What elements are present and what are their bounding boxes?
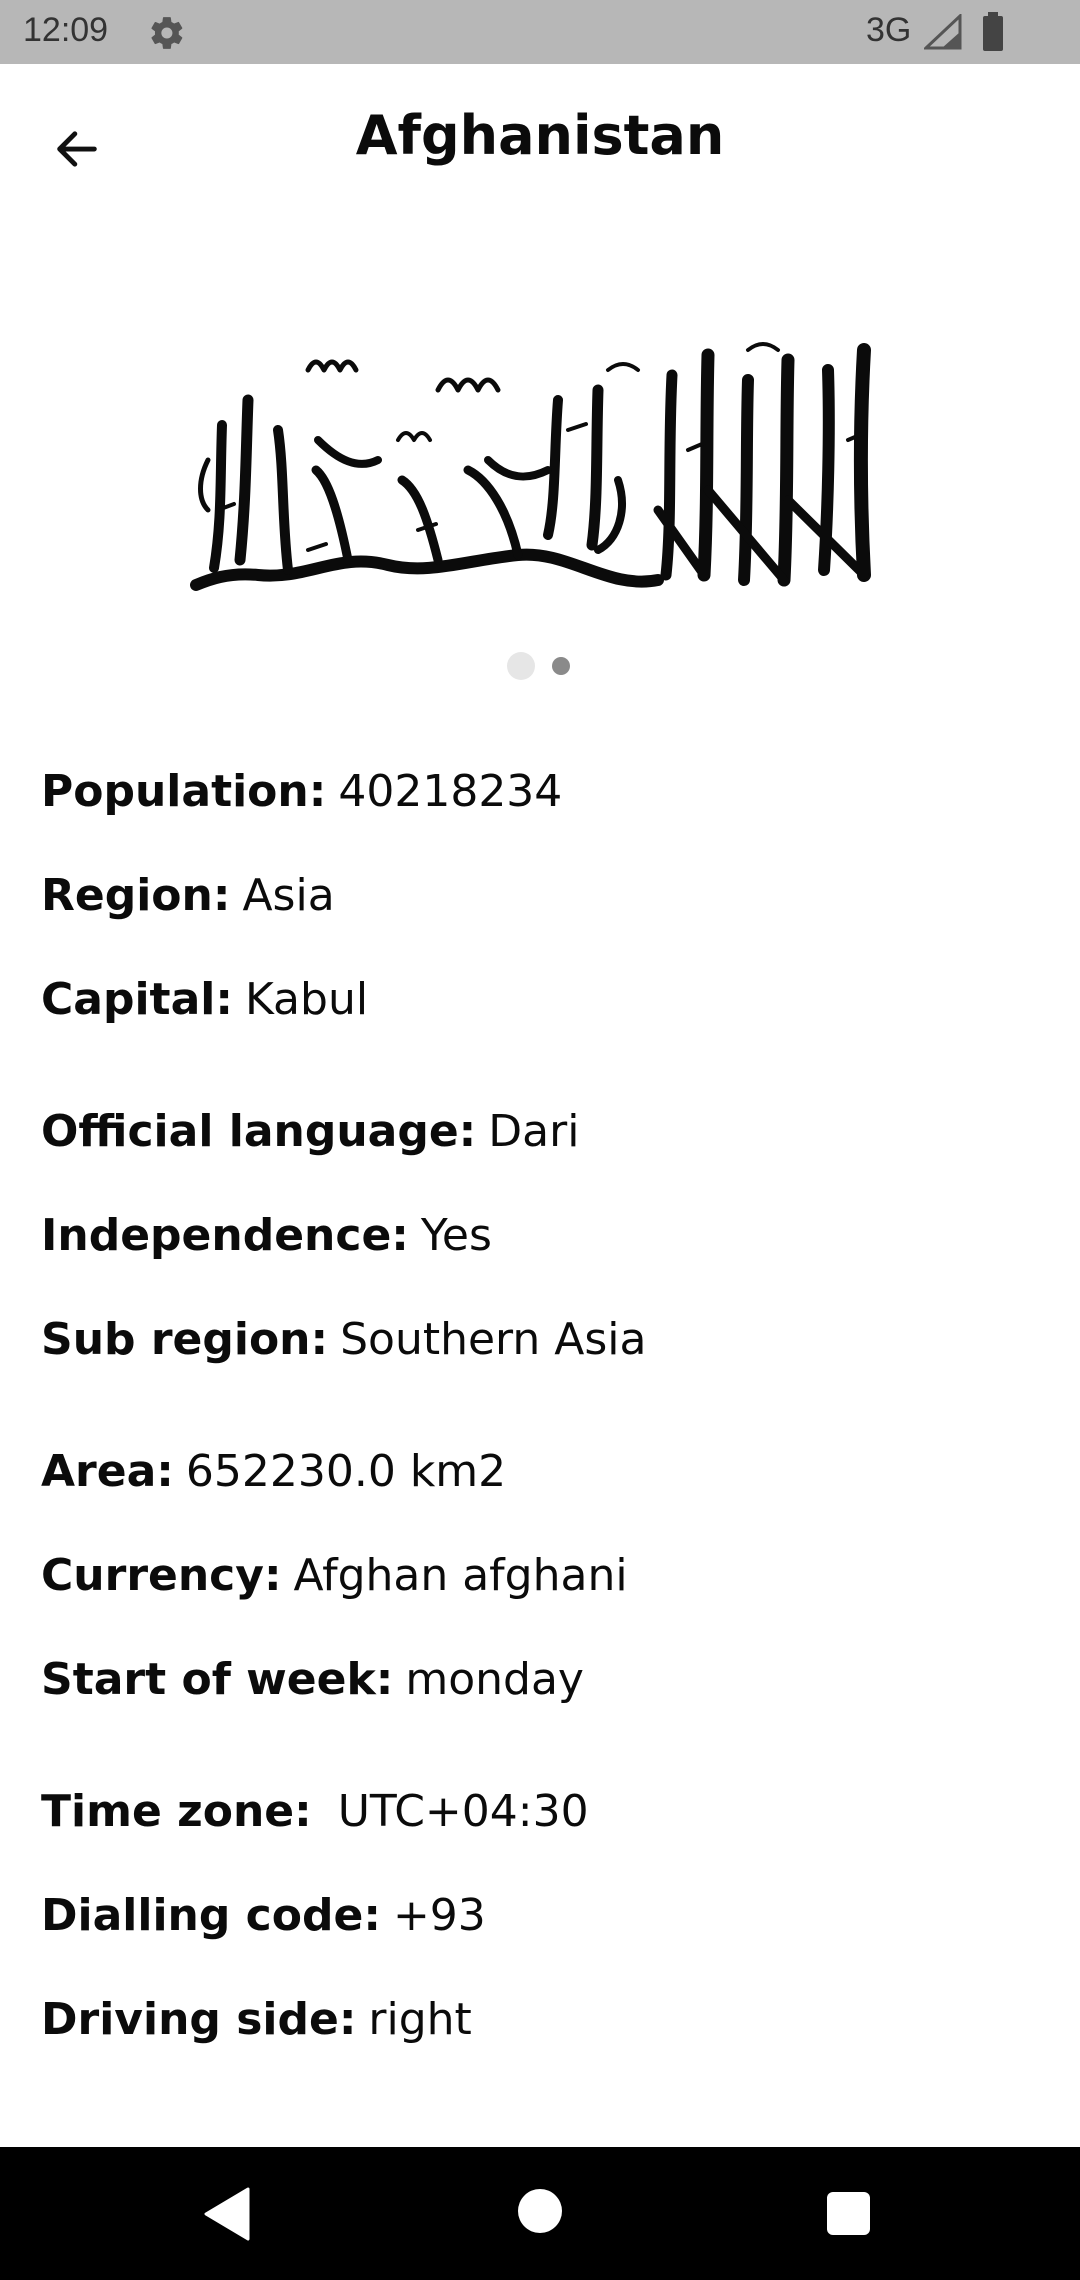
home-circle-icon[interactable] — [518, 2189, 562, 2233]
time-zone-label: Time zone: — [41, 1786, 312, 1837]
start-of-week-row: Start of week: monday — [41, 1652, 584, 1708]
population-label: Population: — [41, 766, 327, 817]
area-label: Area: — [41, 1446, 174, 1497]
pager-indicator — [0, 652, 1080, 680]
flag-calligraphy — [190, 342, 871, 591]
population-row: Population: 40218234 — [41, 764, 562, 820]
back-triangle-icon[interactable] — [202, 2187, 250, 2241]
pager-dot-active[interactable] — [552, 657, 570, 675]
independence-value: Yes — [420, 1210, 492, 1261]
page-title: Afghanistan — [355, 104, 725, 167]
currency-row: Currency: Afghan afghani — [41, 1548, 628, 1604]
driving-side-label: Driving side: — [41, 1994, 357, 2045]
system-nav-bar — [0, 2147, 1080, 2280]
sub-region-row: Sub region: Southern Asia — [41, 1312, 646, 1368]
official-language-value: Dari — [488, 1106, 580, 1157]
area-value: 652230.0 km2 — [185, 1446, 507, 1497]
capital-label: Capital: — [41, 974, 233, 1025]
signal-icon — [922, 12, 964, 50]
population-value: 40218234 — [338, 766, 563, 817]
status-time: 12:09 — [23, 11, 109, 49]
driving-side-row: Driving side: right — [41, 1992, 472, 2048]
network-type: 3G — [866, 11, 912, 49]
sub-region-label: Sub region: — [41, 1314, 329, 1365]
dialling-code-value: +93 — [392, 1890, 486, 1941]
capital-value: Kabul — [244, 974, 369, 1025]
region-row: Region: Asia — [41, 868, 335, 924]
flag-image[interactable] — [188, 330, 892, 600]
dialling-code-row: Dialling code: +93 — [41, 1888, 486, 1944]
pager-dot[interactable] — [507, 652, 535, 680]
currency-value: Afghan afghani — [293, 1550, 628, 1601]
battery-icon — [981, 12, 1005, 52]
time-zone-value: UTC+04:30 — [323, 1786, 589, 1837]
independence-label: Independence: — [41, 1210, 409, 1261]
gear-icon — [148, 14, 186, 52]
official-language-label: Official language: — [41, 1106, 477, 1157]
start-of-week-label: Start of week: — [41, 1654, 394, 1705]
official-language-row: Official language: Dari — [41, 1104, 579, 1160]
app-bar: Afghanistan — [0, 64, 1080, 212]
area-row: Area: 652230.0 km2 — [41, 1444, 506, 1500]
start-of-week-value: monday — [405, 1654, 584, 1705]
capital-row: Capital: Kabul — [41, 972, 368, 1028]
region-value: Asia — [242, 870, 335, 921]
region-label: Region: — [41, 870, 231, 921]
currency-label: Currency: — [41, 1550, 282, 1601]
independence-row: Independence: Yes — [41, 1208, 492, 1264]
driving-side-value: right — [368, 1994, 472, 2045]
status-bar: 12:09 3G — [0, 0, 1080, 64]
screen: 12:09 3G Afghanistan Population: 4021823… — [0, 0, 1080, 2280]
dialling-code-label: Dialling code: — [41, 1890, 381, 1941]
sub-region-value: Southern Asia — [340, 1314, 647, 1365]
recents-square-icon[interactable] — [827, 2192, 870, 2235]
time-zone-row: Time zone: UTC+04:30 — [41, 1784, 589, 1840]
